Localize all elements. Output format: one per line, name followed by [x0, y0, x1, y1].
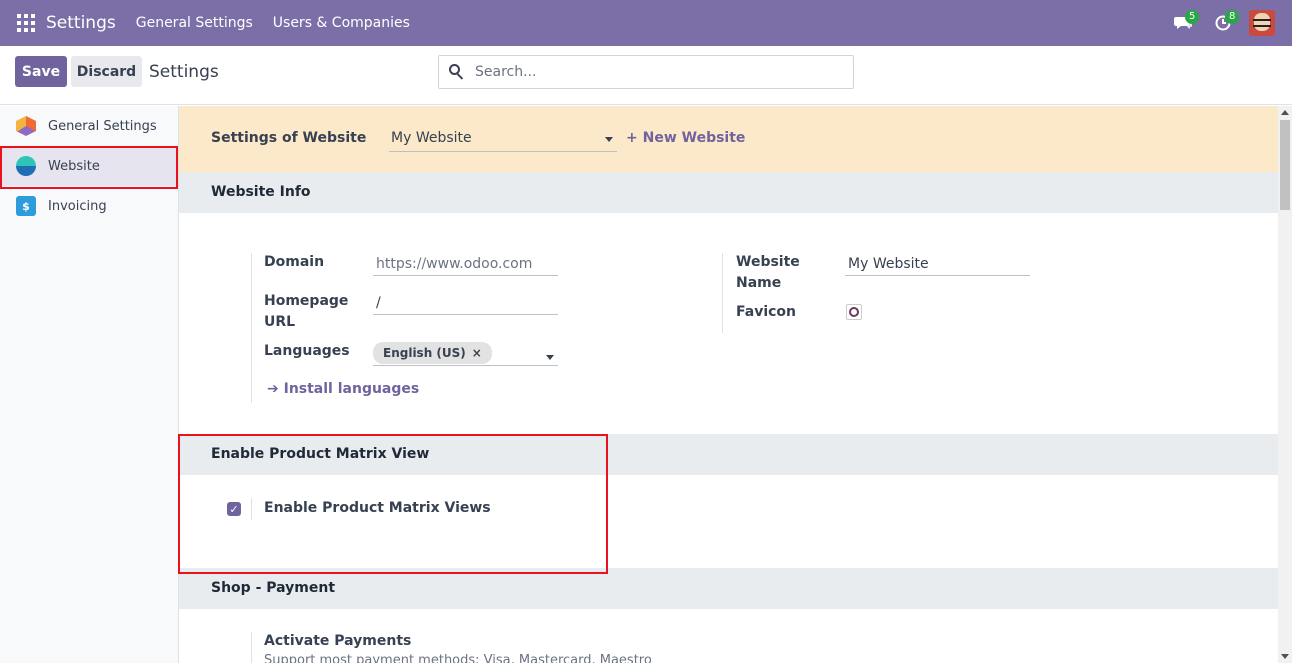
- activities-button[interactable]: 8: [1203, 0, 1243, 46]
- sidebar-item-label: General Settings: [48, 118, 157, 134]
- activate-payments-label: Activate Payments: [264, 633, 412, 649]
- search-input[interactable]: Search...: [438, 55, 854, 89]
- sidebar-item-invoicing[interactable]: $ Invoicing: [0, 186, 178, 226]
- save-button[interactable]: Save: [15, 56, 67, 87]
- discard-button[interactable]: Discard: [71, 56, 142, 87]
- homepage-label-line2: URL: [264, 314, 296, 330]
- scroll-thumb[interactable]: [1280, 120, 1290, 210]
- arrow-right-icon: ➔: [267, 381, 279, 397]
- install-languages-label: Install languages: [283, 381, 420, 397]
- page-title: Settings: [149, 62, 219, 82]
- settings-sidebar: General Settings Website $ Invoicing: [0, 106, 179, 663]
- website-selector-banner: Settings of Website My Website + New Web…: [179, 106, 1278, 172]
- website-name-label-line2: Name: [736, 275, 782, 291]
- domain-field[interactable]: https://www.odoo.com: [373, 254, 558, 276]
- scroll-down-icon[interactable]: [1281, 654, 1289, 659]
- language-tag: English (US) ×: [373, 342, 492, 364]
- favicon-image[interactable]: [846, 304, 862, 320]
- section-heading-shop-payment: Shop - Payment: [179, 568, 1278, 609]
- settings-content: Settings of Website My Website + New Web…: [179, 106, 1278, 663]
- top-navbar: Settings General Settings Users & Compan…: [0, 0, 1292, 46]
- website-select-value: My Website: [391, 130, 472, 146]
- divider: [722, 253, 723, 333]
- app-brand[interactable]: Settings: [46, 13, 116, 33]
- general-settings-icon: [16, 116, 36, 136]
- domain-label: Domain: [264, 254, 325, 270]
- control-panel: Save Discard Settings Search...: [0, 46, 1292, 105]
- menu-users-companies[interactable]: Users & Companies: [273, 15, 410, 31]
- favicon-label: Favicon: [736, 304, 796, 320]
- sidebar-item-label: Invoicing: [48, 198, 107, 214]
- install-languages-link[interactable]: ➔ Install languages: [267, 381, 419, 397]
- user-avatar[interactable]: [1249, 10, 1275, 36]
- remove-tag-icon[interactable]: ×: [472, 346, 482, 360]
- divider: [251, 253, 252, 403]
- website-select[interactable]: My Website: [389, 126, 617, 152]
- languages-label: Languages: [264, 343, 350, 359]
- website-name-label: Website: [736, 254, 800, 270]
- website-name-field[interactable]: My Website: [845, 254, 1030, 276]
- scroll-up-icon[interactable]: [1281, 110, 1289, 115]
- systray: 5 8: [1163, 0, 1292, 46]
- caret-down-icon: [605, 137, 613, 142]
- messages-button[interactable]: 5: [1163, 0, 1203, 46]
- search-icon: [449, 64, 465, 80]
- menu-general-settings[interactable]: General Settings: [136, 15, 253, 31]
- new-website-button[interactable]: + New Website: [626, 130, 745, 146]
- apps-menu-icon[interactable]: [17, 14, 35, 32]
- sidebar-item-general-settings[interactable]: General Settings: [0, 106, 178, 146]
- activities-badge: 8: [1225, 10, 1240, 24]
- banner-label: Settings of Website: [211, 130, 367, 146]
- search-placeholder: Search...: [475, 64, 537, 80]
- highlight-box-website: [0, 146, 178, 189]
- content-scrollbar[interactable]: [1278, 106, 1292, 663]
- caret-down-icon: [546, 355, 554, 360]
- messages-badge: 5: [1185, 10, 1200, 24]
- invoicing-icon: $: [16, 196, 36, 216]
- highlight-box-matrix: [178, 434, 608, 574]
- homepage-label: Homepage: [264, 293, 349, 309]
- divider: [251, 632, 252, 663]
- language-tag-label: English (US): [383, 346, 466, 360]
- activate-payments-description: Support most payment methods; Visa, Mast…: [264, 653, 652, 663]
- section-heading-website-info: Website Info: [179, 172, 1278, 213]
- homepage-url-field[interactable]: /: [373, 293, 558, 315]
